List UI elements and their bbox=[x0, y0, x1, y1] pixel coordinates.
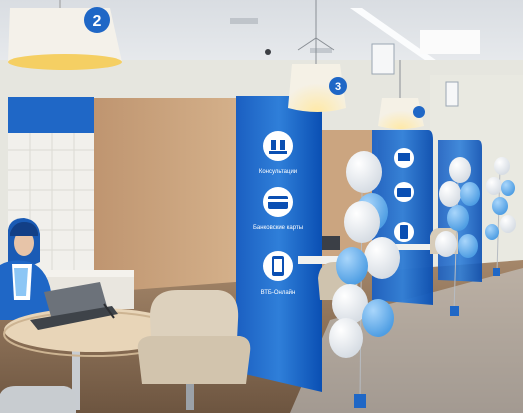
lamp-number: 3 bbox=[335, 81, 341, 93]
front-chair bbox=[0, 386, 76, 413]
lamp-glow bbox=[8, 54, 122, 70]
hanging-sign bbox=[445, 81, 459, 107]
consultation-icon bbox=[263, 131, 293, 161]
sign-label-consultation: Консультации bbox=[259, 169, 297, 175]
service-sign-vtb-online: ВТБ-Онлайн bbox=[261, 251, 296, 296]
balloon-weight bbox=[450, 306, 459, 316]
ceiling-light-panel bbox=[420, 30, 480, 54]
lamp-number: 2 bbox=[93, 13, 102, 30]
lamp-number-badge bbox=[413, 106, 425, 118]
sign-label-bank-cards: Банковские карты bbox=[253, 225, 303, 231]
ceiling-vent bbox=[230, 18, 258, 24]
booth-laptop bbox=[322, 236, 340, 250]
sign-label-vtb-online: ВТБ-Онлайн bbox=[261, 289, 296, 296]
balloon-weight bbox=[493, 268, 500, 276]
ceiling-vent bbox=[310, 48, 332, 53]
hanging-sign bbox=[371, 43, 395, 75]
blue-wall-band bbox=[8, 97, 94, 133]
bank-office-photo: Консультации Банковские карты ВТБ-Онлайн… bbox=[0, 0, 523, 413]
balloon-weight bbox=[354, 394, 366, 408]
security-camera bbox=[265, 49, 271, 55]
service-signs-middle bbox=[394, 148, 414, 242]
